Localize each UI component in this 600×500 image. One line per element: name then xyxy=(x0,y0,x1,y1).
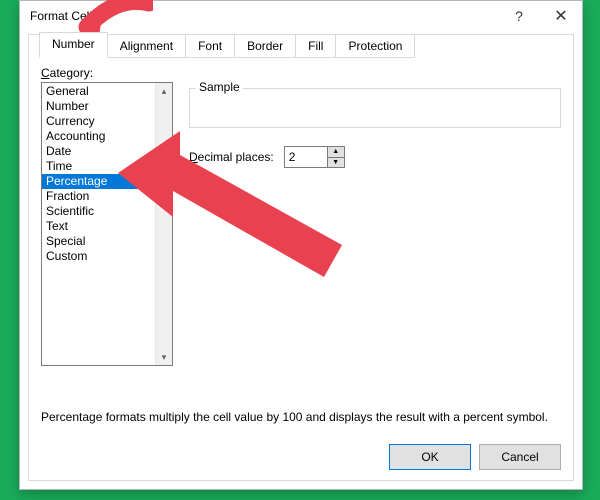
category-item[interactable]: Special xyxy=(42,234,172,249)
tabstrip: NumberAlignmentFontBorderFillProtection xyxy=(39,34,414,56)
spinner-up-icon[interactable]: ▲ xyxy=(328,147,344,158)
tab-font[interactable]: Font xyxy=(185,34,235,58)
category-item[interactable]: Accounting xyxy=(42,129,172,144)
scrollbar[interactable]: ▴ ▾ xyxy=(155,83,172,365)
help-button[interactable]: ? xyxy=(498,1,540,31)
sample-group: Sample xyxy=(189,88,561,128)
category-item[interactable]: Custom xyxy=(42,249,172,264)
sample-label: Sample xyxy=(196,80,243,94)
category-item[interactable]: Text xyxy=(42,219,172,234)
category-item[interactable]: Fraction xyxy=(42,189,172,204)
category-item[interactable]: General xyxy=(42,84,172,99)
category-item[interactable]: Percentage xyxy=(42,174,172,189)
tab-border[interactable]: Border xyxy=(234,34,296,58)
spinner-down-icon[interactable]: ▼ xyxy=(328,158,344,168)
close-button[interactable]: ✕ xyxy=(540,1,582,31)
ok-button[interactable]: OK xyxy=(389,444,471,470)
dialog-title: Format Cells xyxy=(30,9,98,23)
category-item[interactable]: Time xyxy=(42,159,172,174)
tab-alignment[interactable]: Alignment xyxy=(107,34,186,58)
format-description: Percentage formats multiply the cell val… xyxy=(41,410,561,424)
scroll-down-icon[interactable]: ▾ xyxy=(156,349,172,365)
scroll-up-icon[interactable]: ▴ xyxy=(156,83,172,99)
category-item[interactable]: Scientific xyxy=(42,204,172,219)
titlebar[interactable]: Format Cells ? ✕ xyxy=(20,1,582,31)
category-item[interactable]: Date xyxy=(42,144,172,159)
category-listbox[interactable]: GeneralNumberCurrencyAccountingDateTimeP… xyxy=(41,82,173,366)
decimal-places-input[interactable] xyxy=(285,147,327,167)
decimal-places-label: Decimal places: xyxy=(189,150,274,164)
category-item[interactable]: Number xyxy=(42,99,172,114)
cancel-button[interactable]: Cancel xyxy=(479,444,561,470)
category-label: Category: xyxy=(41,66,561,80)
tab-fill[interactable]: Fill xyxy=(295,34,336,58)
tab-protection[interactable]: Protection xyxy=(335,34,415,58)
category-item[interactable]: Currency xyxy=(42,114,172,129)
decimal-places-spinner[interactable]: ▲ ▼ xyxy=(284,146,345,168)
tab-panel-number: Category: GeneralNumberCurrencyAccountin… xyxy=(29,56,573,480)
dialog-content: NumberAlignmentFontBorderFillProtection … xyxy=(28,34,574,481)
format-cells-dialog: Format Cells ? ✕ NumberAlignmentFontBord… xyxy=(19,0,583,490)
tab-number[interactable]: Number xyxy=(39,32,108,58)
